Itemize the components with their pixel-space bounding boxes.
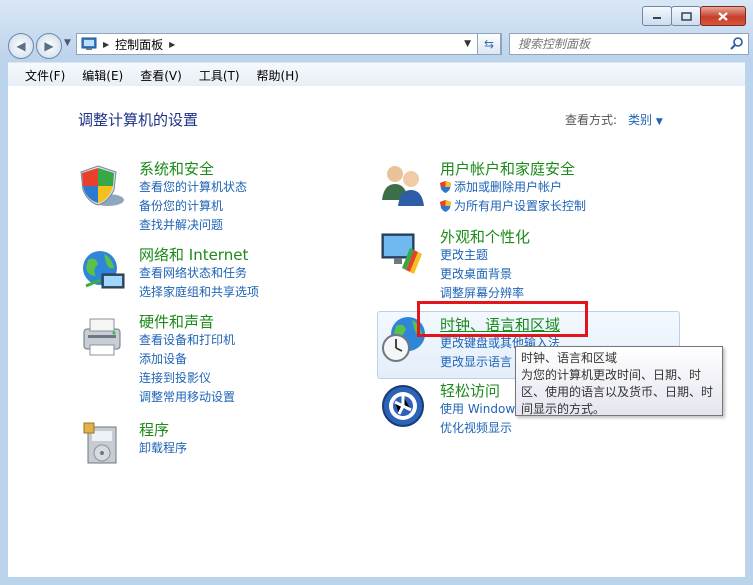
refresh-button[interactable]: ⇆ bbox=[477, 33, 501, 55]
content-area: 调整计算机的设置 查看方式: 类别 ▼ 系统和安全 查看您的计算机状态 备份您的… bbox=[8, 86, 745, 577]
close-icon bbox=[718, 11, 728, 21]
category-user-accounts: 用户帐户和家庭安全 添加或删除用户帐户 为所有用户设置家长控制 bbox=[440, 160, 586, 216]
uac-shield-icon bbox=[440, 200, 451, 212]
devices-printers-link[interactable]: 查看设备和打印机 bbox=[139, 331, 235, 350]
window-frame: ◀ ▶ ▼ ▶ 控制面板 ▶ ▼ ⇆ 文件(F) 编辑(E) 查看(V) 工具(… bbox=[0, 0, 753, 585]
menu-edit[interactable]: 编辑(E) bbox=[82, 67, 123, 84]
programs-title[interactable]: 程序 bbox=[139, 421, 187, 439]
chevron-down-icon[interactable]: ▼ bbox=[656, 117, 663, 127]
breadcrumb-control-panel[interactable]: 控制面板 bbox=[115, 36, 163, 53]
category-network: 网络和 Internet 查看网络状态和任务 选择家庭组和共享选项 bbox=[139, 246, 259, 302]
refresh-icon: ⇆ bbox=[483, 37, 495, 51]
hardware-sound-title[interactable]: 硬件和声音 bbox=[139, 313, 235, 331]
add-device-link[interactable]: 添加设备 bbox=[139, 350, 235, 369]
tooltip: 时钟、语言和区域 为您的计算机更改时间、日期、时区、使用的语言以及货币、日期、时… bbox=[515, 346, 723, 416]
breadcrumb-separator-icon: ▶ bbox=[169, 39, 176, 49]
ease-of-access-icon[interactable] bbox=[378, 382, 428, 432]
parental-controls-text[interactable]: 为所有用户设置家长控制 bbox=[454, 199, 586, 213]
view-network-status-link[interactable]: 查看网络状态和任务 bbox=[139, 264, 259, 283]
change-theme-link[interactable]: 更改主题 bbox=[440, 246, 530, 265]
mobility-settings-link[interactable]: 调整常用移动设置 bbox=[139, 388, 235, 407]
search-input[interactable] bbox=[516, 34, 720, 54]
uninstall-program-link[interactable]: 卸载程序 bbox=[139, 439, 187, 458]
window-controls bbox=[642, 6, 746, 26]
close-button[interactable] bbox=[700, 6, 746, 26]
view-by-dropdown[interactable]: 类别 ▼ bbox=[628, 111, 663, 128]
highlight-annotation-box bbox=[417, 301, 588, 337]
back-arrow-icon: ◀ bbox=[16, 39, 26, 53]
menu-file[interactable]: 文件(F) bbox=[25, 67, 65, 84]
category-system-security: 系统和安全 查看您的计算机状态 备份您的计算机 查找并解决问题 bbox=[139, 160, 247, 235]
programs-icon[interactable] bbox=[78, 419, 128, 469]
user-accounts-title[interactable]: 用户帐户和家庭安全 bbox=[440, 160, 586, 178]
menu-help[interactable]: 帮助(H) bbox=[257, 67, 299, 84]
backup-computer-link[interactable]: 备份您的计算机 bbox=[139, 197, 247, 216]
change-background-link[interactable]: 更改桌面背景 bbox=[440, 265, 530, 284]
homegroup-sharing-link[interactable]: 选择家庭组和共享选项 bbox=[139, 283, 259, 302]
tooltip-title: 时钟、语言和区域 bbox=[521, 351, 618, 365]
network-title[interactable]: 网络和 Internet bbox=[139, 246, 259, 264]
category-appearance: 外观和个性化 更改主题 更改桌面背景 调整屏幕分辨率 bbox=[440, 228, 530, 303]
minimize-button[interactable] bbox=[642, 6, 672, 26]
minimize-icon bbox=[653, 17, 661, 19]
forward-arrow-icon: ▶ bbox=[44, 39, 54, 53]
user-accounts-icon[interactable] bbox=[378, 160, 428, 210]
uac-shield-icon bbox=[440, 181, 451, 193]
breadcrumb-separator-icon: ▶ bbox=[103, 39, 110, 49]
optimize-display-link[interactable]: 优化视频显示 bbox=[440, 419, 585, 438]
menu-tools[interactable]: 工具(T) bbox=[199, 67, 240, 84]
forward-button[interactable]: ▶ bbox=[36, 33, 62, 59]
system-security-icon[interactable] bbox=[78, 160, 128, 210]
parental-controls-link[interactable]: 为所有用户设置家长控制 bbox=[440, 197, 586, 216]
back-button[interactable]: ◀ bbox=[8, 33, 34, 59]
navigation-bar: ◀ ▶ ▼ ▶ 控制面板 ▶ ▼ ⇆ bbox=[0, 31, 753, 59]
search-icon[interactable] bbox=[730, 37, 744, 51]
maximize-button[interactable] bbox=[671, 6, 701, 26]
menu-bar: 文件(F) 编辑(E) 查看(V) 工具(T) 帮助(H) bbox=[8, 62, 745, 87]
connect-projector-link[interactable]: 连接到投影仪 bbox=[139, 369, 235, 388]
network-internet-icon[interactable] bbox=[78, 246, 128, 296]
category-programs: 程序 卸载程序 bbox=[139, 421, 187, 458]
tooltip-text: 为您的计算机更改时间、日期、时区、使用的语言以及货币、日期、时间显示的方式。 bbox=[521, 368, 714, 416]
control-panel-icon bbox=[81, 37, 97, 50]
hardware-sound-icon[interactable] bbox=[78, 313, 128, 363]
view-computer-status-link[interactable]: 查看您的计算机状态 bbox=[139, 178, 247, 197]
menu-view[interactable]: 查看(V) bbox=[140, 67, 182, 84]
recent-pages-chevron-icon[interactable]: ▼ bbox=[64, 38, 71, 48]
page-title: 调整计算机的设置 bbox=[78, 111, 199, 129]
view-by-label: 查看方式: bbox=[565, 113, 618, 127]
maximize-icon bbox=[680, 11, 692, 21]
add-remove-accounts-link[interactable]: 添加或删除用户帐户 bbox=[440, 178, 586, 197]
system-security-title[interactable]: 系统和安全 bbox=[139, 160, 247, 178]
address-dropdown-icon[interactable]: ▼ bbox=[464, 39, 471, 49]
category-hardware-sound: 硬件和声音 查看设备和打印机 添加设备 连接到投影仪 调整常用移动设置 bbox=[139, 313, 235, 407]
troubleshoot-link[interactable]: 查找并解决问题 bbox=[139, 216, 247, 235]
appearance-title[interactable]: 外观和个性化 bbox=[440, 228, 530, 246]
view-by-value[interactable]: 类别 bbox=[628, 113, 652, 127]
address-bar[interactable]: ▶ 控制面板 ▶ ▼ bbox=[76, 33, 502, 55]
search-box[interactable] bbox=[509, 33, 749, 55]
appearance-icon[interactable] bbox=[378, 228, 428, 278]
add-remove-accounts-text[interactable]: 添加或删除用户帐户 bbox=[454, 180, 562, 194]
